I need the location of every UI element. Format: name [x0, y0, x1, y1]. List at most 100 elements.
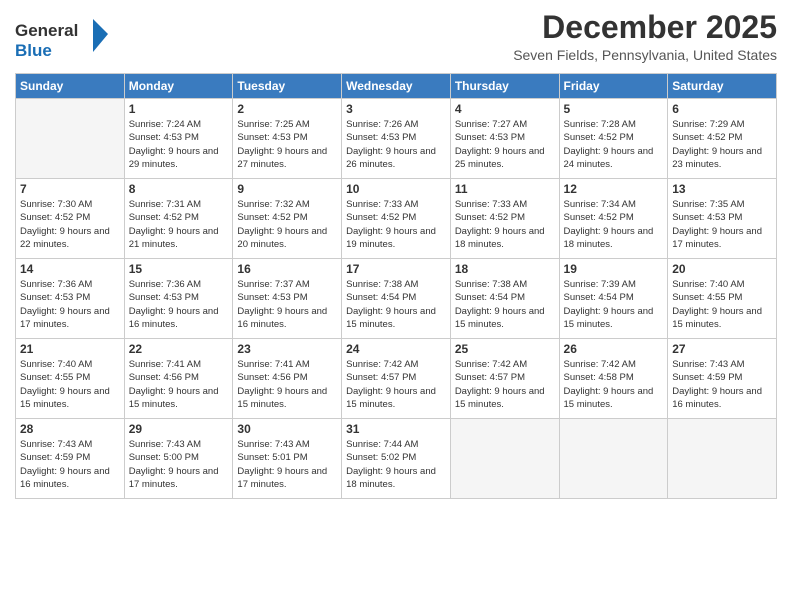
day-number: 11: [455, 182, 555, 196]
day-number: 1: [129, 102, 229, 116]
day-number: 20: [672, 262, 772, 276]
svg-text:Blue: Blue: [15, 41, 52, 60]
day-number: 23: [237, 342, 337, 356]
day-info: Sunrise: 7:31 AMSunset: 4:52 PMDaylight:…: [129, 198, 229, 251]
calendar-cell: 19 Sunrise: 7:39 AMSunset: 4:54 PMDayligh…: [559, 259, 668, 339]
day-info: Sunrise: 7:41 AMSunset: 4:56 PMDaylight:…: [237, 358, 337, 411]
day-info: Sunrise: 7:41 AMSunset: 4:56 PMDaylight:…: [129, 358, 229, 411]
day-info: Sunrise: 7:27 AMSunset: 4:53 PMDaylight:…: [455, 118, 555, 171]
calendar-cell: 9 Sunrise: 7:32 AMSunset: 4:52 PMDaylight…: [233, 179, 342, 259]
day-info: Sunrise: 7:33 AMSunset: 4:52 PMDaylight:…: [455, 198, 555, 251]
day-info: Sunrise: 7:34 AMSunset: 4:52 PMDaylight:…: [564, 198, 664, 251]
day-number: 2: [237, 102, 337, 116]
day-number: 12: [564, 182, 664, 196]
day-number: 6: [672, 102, 772, 116]
day-number: 10: [346, 182, 446, 196]
day-info: Sunrise: 7:24 AMSunset: 4:53 PMDaylight:…: [129, 118, 229, 171]
calendar-cell: 30 Sunrise: 7:43 AMSunset: 5:01 PMDayligh…: [233, 419, 342, 499]
calendar-cell: 7Sunrise: 7:30 AMSunset: 4:52 PMDaylight…: [16, 179, 125, 259]
calendar-cell: 25Sunrise: 7:42 AMSunset: 4:57 PMDayligh…: [450, 339, 559, 419]
header-row: Sunday Monday Tuesday Wednesday Thursday…: [16, 74, 777, 99]
calendar-cell: 11 Sunrise: 7:33 AMSunset: 4:52 PMDayligh…: [450, 179, 559, 259]
logo: General Blue: [15, 14, 110, 67]
calendar-cell: [16, 99, 125, 179]
day-info: Sunrise: 7:43 AMSunset: 5:01 PMDaylight:…: [237, 438, 337, 491]
location: Seven Fields, Pennsylvania, United State…: [513, 47, 777, 63]
day-info: Sunrise: 7:33 AMSunset: 4:52 PMDaylight:…: [346, 198, 446, 251]
calendar-table: Sunday Monday Tuesday Wednesday Thursday…: [15, 73, 777, 499]
day-number: 16: [237, 262, 337, 276]
day-number: 22: [129, 342, 229, 356]
calendar-cell: 15Sunrise: 7:36 AMSunset: 4:53 PMDayligh…: [124, 259, 233, 339]
day-info: Sunrise: 7:35 AMSunset: 4:53 PMDaylight:…: [672, 198, 772, 251]
calendar-cell: 26 Sunrise: 7:42 AMSunset: 4:58 PMDayligh…: [559, 339, 668, 419]
calendar-cell: 18Sunrise: 7:38 AMSunset: 4:54 PMDayligh…: [450, 259, 559, 339]
col-saturday: Saturday: [668, 74, 777, 99]
day-number: 15: [129, 262, 229, 276]
calendar-cell: 17 Sunrise: 7:38 AMSunset: 4:54 PMDayligh…: [342, 259, 451, 339]
calendar-week-2: 7Sunrise: 7:30 AMSunset: 4:52 PMDaylight…: [16, 179, 777, 259]
svg-text:General: General: [15, 21, 78, 40]
day-info: Sunrise: 7:40 AMSunset: 4:55 PMDaylight:…: [20, 358, 120, 411]
day-info: Sunrise: 7:42 AMSunset: 4:57 PMDaylight:…: [455, 358, 555, 411]
calendar-cell: 4 Sunrise: 7:27 AMSunset: 4:53 PMDaylight…: [450, 99, 559, 179]
calendar-cell: 3 Sunrise: 7:26 AMSunset: 4:53 PMDaylight…: [342, 99, 451, 179]
day-number: 17: [346, 262, 446, 276]
header: General Blue December 2025 Seven Fields,…: [15, 10, 777, 67]
day-info: Sunrise: 7:43 AMSunset: 5:00 PMDaylight:…: [129, 438, 229, 491]
month-title: December 2025: [513, 10, 777, 45]
calendar-cell: 29 Sunrise: 7:43 AMSunset: 5:00 PMDayligh…: [124, 419, 233, 499]
day-number: 3: [346, 102, 446, 116]
calendar-week-4: 21 Sunrise: 7:40 AMSunset: 4:55 PMDayligh…: [16, 339, 777, 419]
day-number: 30: [237, 422, 337, 436]
calendar-cell: 5Sunrise: 7:28 AMSunset: 4:52 PMDaylight…: [559, 99, 668, 179]
day-info: Sunrise: 7:44 AMSunset: 5:02 PMDaylight:…: [346, 438, 446, 491]
day-number: 14: [20, 262, 120, 276]
calendar-cell: 13 Sunrise: 7:35 AMSunset: 4:53 PMDayligh…: [668, 179, 777, 259]
day-info: Sunrise: 7:42 AMSunset: 4:57 PMDaylight:…: [346, 358, 446, 411]
col-friday: Friday: [559, 74, 668, 99]
day-info: Sunrise: 7:29 AMSunset: 4:52 PMDaylight:…: [672, 118, 772, 171]
day-number: 13: [672, 182, 772, 196]
day-number: 28: [20, 422, 120, 436]
day-info: Sunrise: 7:36 AMSunset: 4:53 PMDaylight:…: [20, 278, 120, 331]
day-info: Sunrise: 7:38 AMSunset: 4:54 PMDaylight:…: [346, 278, 446, 331]
calendar-cell: 24Sunrise: 7:42 AMSunset: 4:57 PMDayligh…: [342, 339, 451, 419]
calendar-cell: 23 Sunrise: 7:41 AMSunset: 4:56 PMDayligh…: [233, 339, 342, 419]
day-info: Sunrise: 7:43 AMSunset: 4:59 PMDaylight:…: [20, 438, 120, 491]
logo-text: General Blue: [15, 14, 110, 67]
calendar-cell: 27Sunrise: 7:43 AMSunset: 4:59 PMDayligh…: [668, 339, 777, 419]
col-tuesday: Tuesday: [233, 74, 342, 99]
calendar-cell: 20 Sunrise: 7:40 AMSunset: 4:55 PMDayligh…: [668, 259, 777, 339]
calendar-cell: 22 Sunrise: 7:41 AMSunset: 4:56 PMDayligh…: [124, 339, 233, 419]
calendar-week-5: 28 Sunrise: 7:43 AMSunset: 4:59 PMDayligh…: [16, 419, 777, 499]
day-info: Sunrise: 7:39 AMSunset: 4:54 PMDaylight:…: [564, 278, 664, 331]
calendar-cell: 6 Sunrise: 7:29 AMSunset: 4:52 PMDaylight…: [668, 99, 777, 179]
calendar-cell: 2 Sunrise: 7:25 AMSunset: 4:53 PMDaylight…: [233, 99, 342, 179]
calendar-cell: 14 Sunrise: 7:36 AMSunset: 4:53 PMDayligh…: [16, 259, 125, 339]
day-number: 31: [346, 422, 446, 436]
day-info: Sunrise: 7:38 AMSunset: 4:54 PMDaylight:…: [455, 278, 555, 331]
calendar-week-3: 14 Sunrise: 7:36 AMSunset: 4:53 PMDayligh…: [16, 259, 777, 339]
calendar-cell: [668, 419, 777, 499]
day-number: 19: [564, 262, 664, 276]
day-number: 27: [672, 342, 772, 356]
day-info: Sunrise: 7:40 AMSunset: 4:55 PMDaylight:…: [672, 278, 772, 331]
day-number: 21: [20, 342, 120, 356]
calendar-cell: 31 Sunrise: 7:44 AMSunset: 5:02 PMDayligh…: [342, 419, 451, 499]
day-info: Sunrise: 7:32 AMSunset: 4:52 PMDaylight:…: [237, 198, 337, 251]
calendar-cell: [559, 419, 668, 499]
title-block: December 2025 Seven Fields, Pennsylvania…: [513, 10, 777, 63]
day-info: Sunrise: 7:26 AMSunset: 4:53 PMDaylight:…: [346, 118, 446, 171]
day-info: Sunrise: 7:42 AMSunset: 4:58 PMDaylight:…: [564, 358, 664, 411]
calendar-cell: 12 Sunrise: 7:34 AMSunset: 4:52 PMDayligh…: [559, 179, 668, 259]
day-number: 9: [237, 182, 337, 196]
day-number: 4: [455, 102, 555, 116]
day-number: 26: [564, 342, 664, 356]
col-monday: Monday: [124, 74, 233, 99]
day-info: Sunrise: 7:30 AMSunset: 4:52 PMDaylight:…: [20, 198, 120, 251]
day-info: Sunrise: 7:25 AMSunset: 4:53 PMDaylight:…: [237, 118, 337, 171]
col-thursday: Thursday: [450, 74, 559, 99]
day-number: 29: [129, 422, 229, 436]
calendar-cell: 16Sunrise: 7:37 AMSunset: 4:53 PMDayligh…: [233, 259, 342, 339]
